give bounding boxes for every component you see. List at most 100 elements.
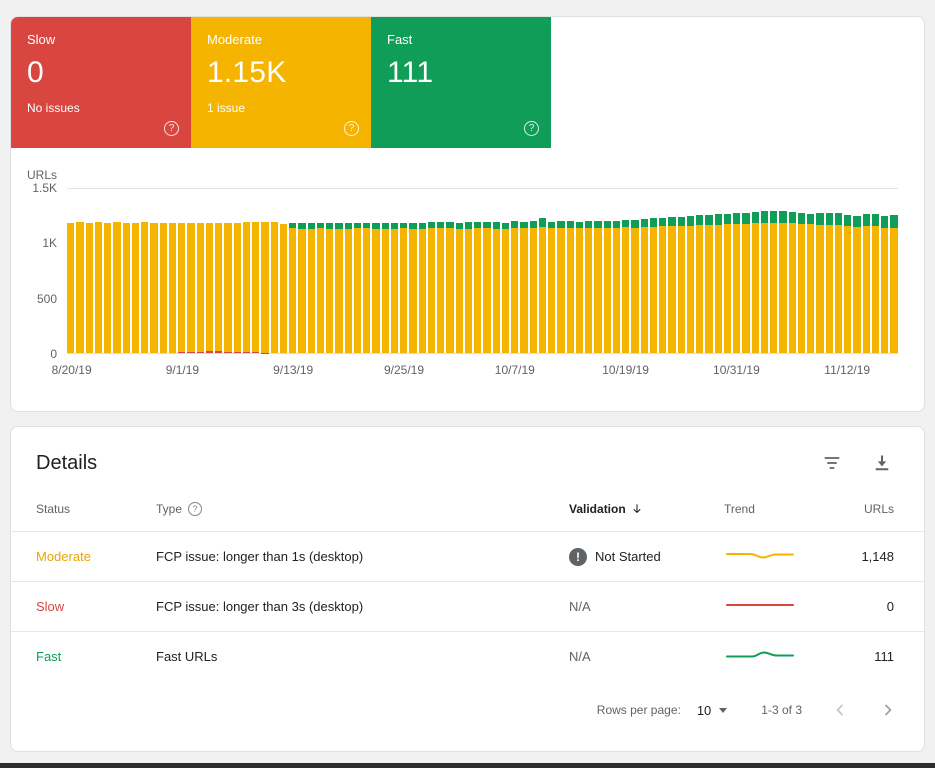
bar-31[interactable] — [353, 223, 361, 353]
bar-26[interactable] — [307, 222, 315, 353]
bar-12[interactable] — [178, 222, 186, 353]
bar-20[interactable] — [252, 222, 260, 353]
bar-78[interactable] — [788, 211, 796, 353]
bar-70[interactable] — [714, 214, 722, 353]
bar-49[interactable] — [520, 221, 528, 353]
filter-button[interactable] — [820, 451, 844, 475]
bar-32[interactable] — [363, 223, 371, 353]
summary-tile-fast[interactable]: Fast 111 ? — [371, 17, 551, 148]
bar-3[interactable] — [94, 222, 102, 353]
bar-16[interactable] — [215, 222, 223, 353]
bar-83[interactable] — [834, 213, 842, 353]
bar-29[interactable] — [335, 223, 343, 353]
bar-14[interactable] — [196, 222, 204, 353]
next-page-button[interactable] — [878, 700, 898, 720]
bar-47[interactable] — [501, 222, 509, 353]
bar-66[interactable] — [677, 216, 685, 353]
bar-55[interactable] — [575, 221, 583, 353]
summary-tile-moderate[interactable]: Moderate 1.15K 1 issue ? — [191, 17, 371, 148]
bar-89[interactable] — [890, 215, 898, 353]
bar-52[interactable] — [548, 221, 556, 353]
bar-15[interactable] — [205, 222, 213, 353]
bar-11[interactable] — [168, 222, 176, 353]
bar-61[interactable] — [631, 219, 639, 353]
rows-per-page-select[interactable]: 10 — [697, 703, 728, 718]
bar-22[interactable] — [270, 221, 278, 353]
bar-77[interactable] — [779, 211, 787, 353]
bar-62[interactable] — [640, 218, 648, 353]
bar-87[interactable] — [871, 213, 879, 353]
bar-71[interactable] — [723, 213, 731, 353]
bar-35[interactable] — [390, 223, 398, 353]
bar-34[interactable] — [381, 223, 389, 353]
bar-27[interactable] — [316, 222, 324, 353]
bar-80[interactable] — [807, 213, 815, 353]
table-row-fast[interactable]: Fast Fast URLs N/A 111 — [11, 631, 924, 681]
bar-81[interactable] — [816, 213, 824, 353]
bar-28[interactable] — [326, 223, 334, 353]
bar-48[interactable] — [511, 221, 519, 353]
bar-85[interactable] — [853, 216, 861, 353]
bar-8[interactable] — [141, 222, 149, 353]
bar-43[interactable] — [464, 222, 472, 353]
help-icon[interactable]: ? — [164, 121, 179, 136]
download-button[interactable] — [870, 451, 894, 475]
bar-7[interactable] — [131, 222, 139, 353]
bar-88[interactable] — [881, 215, 889, 353]
bar-30[interactable] — [344, 223, 352, 353]
bar-45[interactable] — [483, 222, 491, 353]
bar-37[interactable] — [409, 222, 417, 353]
bar-39[interactable] — [427, 222, 435, 353]
bar-19[interactable] — [242, 222, 250, 353]
bar-73[interactable] — [742, 212, 750, 353]
bar-68[interactable] — [696, 215, 704, 353]
bar-46[interactable] — [492, 222, 500, 353]
bar-53[interactable] — [557, 221, 565, 353]
bar-82[interactable] — [825, 213, 833, 353]
bar-57[interactable] — [594, 221, 602, 353]
bar-40[interactable] — [437, 222, 445, 353]
bar-59[interactable] — [612, 221, 620, 353]
bar-86[interactable] — [862, 213, 870, 353]
bar-13[interactable] — [187, 222, 195, 353]
bar-25[interactable] — [298, 223, 306, 353]
bar-69[interactable] — [705, 214, 713, 353]
bar-51[interactable] — [538, 218, 546, 353]
bar-58[interactable] — [603, 221, 611, 353]
bar-74[interactable] — [751, 211, 759, 353]
bar-65[interactable] — [668, 217, 676, 353]
bar-63[interactable] — [649, 218, 657, 353]
bar-24[interactable] — [289, 223, 297, 353]
bar-17[interactable] — [224, 222, 232, 353]
bar-54[interactable] — [566, 221, 574, 353]
bar-18[interactable] — [233, 222, 241, 353]
col-validation-sort[interactable]: Validation — [569, 502, 724, 516]
bar-36[interactable] — [400, 222, 408, 353]
bar-79[interactable] — [797, 212, 805, 353]
help-icon[interactable]: ? — [524, 121, 539, 136]
table-row-moderate[interactable]: Moderate FCP issue: longer than 1s (desk… — [11, 531, 924, 581]
bar-10[interactable] — [159, 222, 167, 353]
bar-0[interactable] — [67, 222, 75, 353]
bar-33[interactable] — [372, 223, 380, 353]
bar-5[interactable] — [113, 222, 121, 353]
bar-44[interactable] — [474, 222, 482, 353]
bar-4[interactable] — [104, 222, 112, 353]
bar-75[interactable] — [760, 211, 768, 353]
bar-56[interactable] — [585, 221, 593, 353]
bar-1[interactable] — [76, 222, 84, 353]
help-icon[interactable]: ? — [344, 121, 359, 136]
bar-9[interactable] — [150, 222, 158, 353]
bar-21[interactable] — [261, 221, 269, 353]
bar-50[interactable] — [529, 221, 537, 353]
bar-72[interactable] — [733, 212, 741, 353]
bar-64[interactable] — [659, 217, 667, 353]
bar-76[interactable] — [770, 210, 778, 353]
bar-6[interactable] — [122, 222, 130, 353]
table-row-slow[interactable]: Slow FCP issue: longer than 3s (desktop)… — [11, 581, 924, 631]
bar-60[interactable] — [622, 219, 630, 353]
help-icon[interactable]: ? — [188, 502, 203, 516]
summary-tile-slow[interactable]: Slow 0 No issues ? — [11, 17, 191, 148]
bar-23[interactable] — [279, 223, 287, 353]
bar-41[interactable] — [446, 222, 454, 353]
